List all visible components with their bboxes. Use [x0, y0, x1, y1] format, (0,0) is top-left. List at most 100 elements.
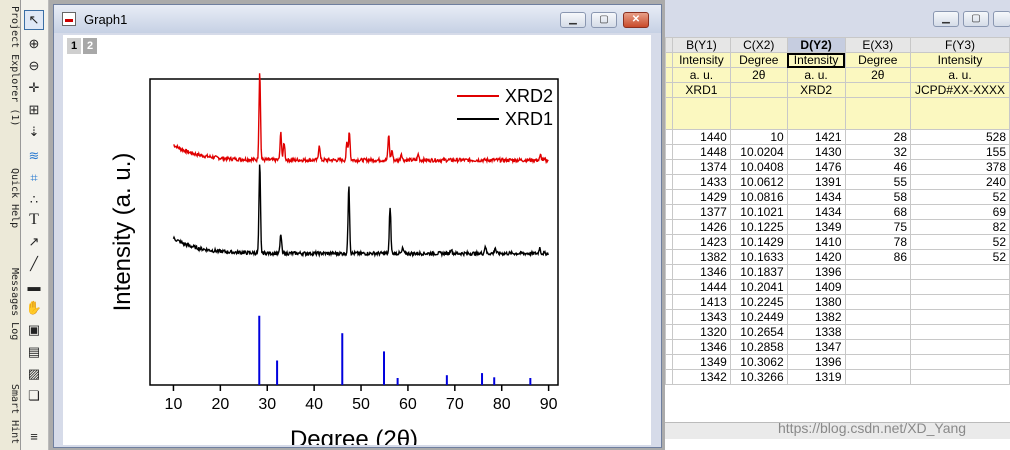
cell[interactable] [844, 279, 912, 295]
row-header[interactable] [665, 339, 673, 355]
cell[interactable]: a. u. [910, 67, 1010, 83]
cell[interactable] [910, 279, 1010, 295]
row-header[interactable] [665, 52, 673, 68]
cell[interactable]: JCPD#XX-XXXX [910, 82, 1010, 98]
data-selector-icon[interactable]: ⊞ [24, 100, 44, 120]
sheet-maximize-button[interactable]: ▢ [963, 11, 989, 27]
cell[interactable] [729, 97, 788, 130]
cell[interactable]: 1319 [786, 369, 846, 385]
annotation-icon[interactable]: ▨ [24, 364, 44, 384]
cell[interactable]: 10.0204 [729, 144, 788, 160]
cell[interactable] [844, 264, 912, 280]
rectangle-tool-icon[interactable]: ▬ [24, 276, 44, 296]
minimize-button[interactable]: ▁ [560, 12, 586, 28]
screen-reader-icon[interactable]: ✛ [24, 78, 44, 98]
cell[interactable]: 10.2858 [729, 339, 788, 355]
cell[interactable]: 1430 [786, 144, 846, 160]
zoom-in-icon[interactable]: ⊕ [24, 34, 44, 54]
cell[interactable] [910, 294, 1010, 310]
insert-image-icon[interactable]: ▤ [24, 342, 44, 362]
row-header[interactable] [665, 309, 673, 325]
cell[interactable]: 10.3062 [729, 354, 788, 370]
stack-icon[interactable]: ❏ [24, 386, 44, 406]
row-header[interactable] [665, 174, 673, 190]
cell[interactable] [910, 354, 1010, 370]
cell[interactable]: 528 [910, 129, 1010, 145]
cell[interactable]: 46 [844, 159, 912, 175]
cell[interactable] [844, 354, 912, 370]
cell[interactable]: 1421 [786, 129, 846, 145]
cell[interactable]: E(X3) [844, 37, 912, 53]
cell[interactable]: 1423 [672, 234, 731, 250]
cell[interactable] [910, 324, 1010, 340]
row-header[interactable] [665, 264, 673, 280]
cell[interactable]: 1380 [786, 294, 846, 310]
cell[interactable]: 1377 [672, 204, 731, 220]
cell[interactable]: 1434 [786, 204, 846, 220]
cell[interactable]: 10.0408 [729, 159, 788, 175]
row-header[interactable] [665, 129, 673, 145]
row-header[interactable] [665, 67, 673, 83]
cell[interactable]: B(Y1) [672, 37, 731, 53]
row-header[interactable] [665, 294, 673, 310]
cell[interactable]: 86 [844, 249, 912, 265]
cell[interactable]: 1374 [672, 159, 731, 175]
sheet-minimize-button[interactable]: ▁ [933, 11, 959, 27]
mask-points-icon[interactable]: ⌗ [24, 168, 44, 188]
cell[interactable]: 1444 [672, 279, 731, 295]
dock-tab-quick-help[interactable]: Quick Help [0, 168, 20, 228]
zoom-out-icon[interactable]: ⊖ [24, 56, 44, 76]
cell[interactable]: 10.0816 [729, 189, 788, 205]
cell[interactable]: 1396 [786, 264, 846, 280]
row-header[interactable] [665, 82, 673, 98]
cell[interactable]: Intensity [786, 52, 846, 68]
cell[interactable]: D(Y2) [786, 37, 846, 53]
cell[interactable]: 1382 [786, 309, 846, 325]
cell[interactable]: 10.2449 [729, 309, 788, 325]
row-header[interactable] [665, 324, 673, 340]
cell[interactable]: 68 [844, 204, 912, 220]
graph-titlebar[interactable]: Graph1 ▁ ▢ ✕ [54, 5, 661, 33]
row-header[interactable] [665, 144, 673, 160]
cell[interactable]: 10.2041 [729, 279, 788, 295]
cell[interactable] [844, 324, 912, 340]
row-header[interactable] [665, 204, 673, 220]
cell[interactable] [844, 309, 912, 325]
cell[interactable]: 1426 [672, 219, 731, 235]
dock-tab-smart-hint[interactable]: Smart Hint [0, 384, 20, 444]
cell[interactable]: 10.1429 [729, 234, 788, 250]
cell[interactable]: 52 [910, 189, 1010, 205]
cell[interactable]: 69 [910, 204, 1010, 220]
cell[interactable]: 28 [844, 129, 912, 145]
cell[interactable]: 1429 [672, 189, 731, 205]
cell[interactable]: 240 [910, 174, 1010, 190]
cell[interactable]: 10.1633 [729, 249, 788, 265]
cell[interactable]: Intensity [672, 52, 731, 68]
cell[interactable]: 1440 [672, 129, 731, 145]
scale-in-icon[interactable]: ⇣ [24, 122, 44, 142]
dock-tab-project-explorer[interactable]: Project Explorer (1) [0, 6, 20, 126]
line-tool-icon[interactable]: ╱ [24, 254, 44, 274]
cell[interactable]: 1342 [672, 369, 731, 385]
regional-data-icon[interactable]: ∴ [24, 190, 44, 210]
row-header[interactable] [665, 159, 673, 175]
cell[interactable]: 10.0612 [729, 174, 788, 190]
cell[interactable]: a. u. [672, 67, 731, 83]
text-tool-icon[interactable]: T [24, 210, 44, 230]
cell[interactable]: 1343 [672, 309, 731, 325]
maximize-button[interactable]: ▢ [591, 12, 617, 28]
cell[interactable]: XRD2 [786, 82, 846, 98]
cell[interactable] [844, 294, 912, 310]
cell[interactable]: 1448 [672, 144, 731, 160]
cell[interactable]: 1346 [672, 264, 731, 280]
close-button[interactable]: ✕ [623, 12, 649, 28]
cell[interactable] [910, 264, 1010, 280]
cell[interactable] [910, 339, 1010, 355]
sheet-close-button[interactable] [993, 11, 1010, 27]
cell[interactable]: 1410 [786, 234, 846, 250]
cell[interactable]: 10.1837 [729, 264, 788, 280]
cell[interactable]: 1382 [672, 249, 731, 265]
cell[interactable]: 52 [910, 249, 1010, 265]
cell[interactable]: Degree [844, 52, 912, 68]
cell[interactable]: 10 [729, 129, 788, 145]
